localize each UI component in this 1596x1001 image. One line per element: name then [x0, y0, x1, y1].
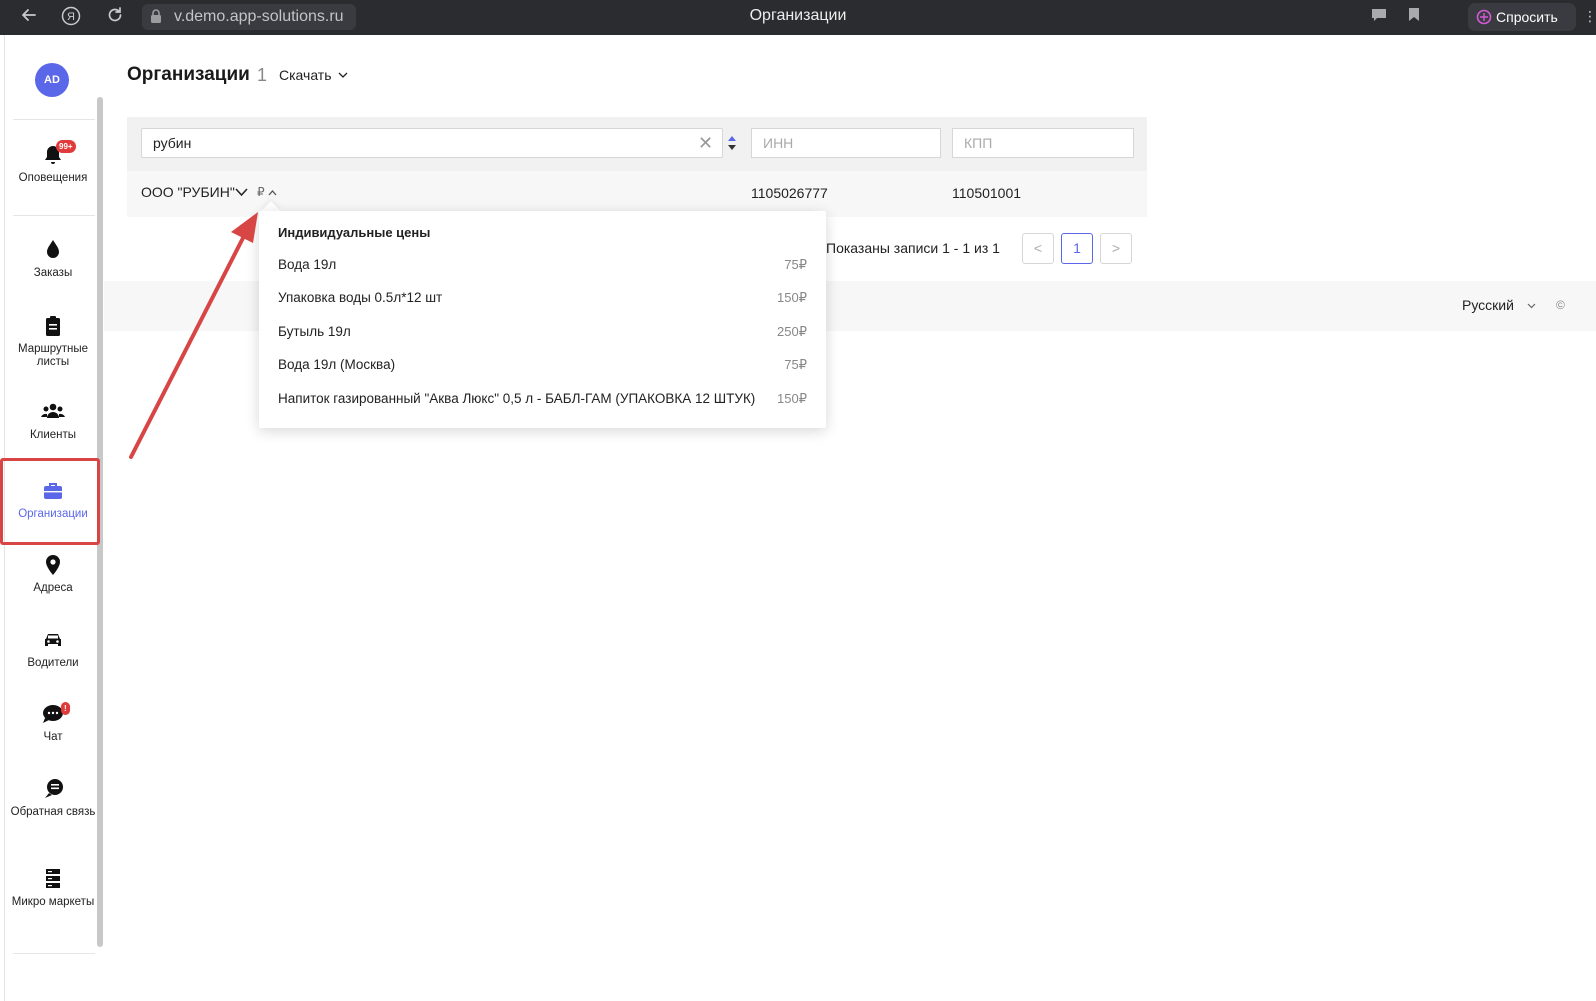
inn-filter-input[interactable]: ИНН — [751, 128, 941, 158]
chevron-up-icon — [268, 190, 277, 196]
bell-icon: 99+ — [41, 140, 76, 167]
page-root: Я v.demo.app-solutions.ru Организации Сп… — [0, 0, 1596, 1001]
name-search-input[interactable]: рубин ✕ — [141, 128, 723, 158]
price-item-value: 75₽ — [784, 257, 807, 272]
sidebar-item-label: Обратная связь — [10, 806, 96, 818]
kpp-filter-input[interactable]: КПП — [952, 128, 1134, 158]
browser-page-title: Организации — [749, 7, 847, 24]
language-selector[interactable]: Русский — [1462, 297, 1514, 313]
sidebar-item-label: Адреса — [33, 582, 73, 594]
list-item: Вода 19л (Москва) 75₽ — [278, 357, 807, 372]
sidebar-item-clients[interactable]: Клиенты — [9, 400, 97, 442]
list-item: Бутыль 19л 250₽ — [278, 324, 807, 339]
car-icon — [41, 628, 65, 652]
list-item: Вода 19л 75₽ — [278, 257, 807, 272]
notifications-badge: 99+ — [56, 140, 76, 153]
search-input-value: рубин — [153, 135, 192, 151]
records-count: 1 — [257, 65, 268, 85]
ask-button-label: Спросить — [1496, 9, 1558, 25]
chat-bubble-icon: ! — [41, 702, 70, 726]
list-item: Напиток газированный "Аква Люкс" 0,5 л -… — [278, 391, 807, 406]
price-item-name: Вода 19л — [278, 257, 337, 272]
chevron-down-icon[interactable] — [235, 187, 248, 197]
sidebar-divider — [13, 215, 95, 216]
avatar[interactable]: AD — [35, 63, 69, 97]
bookmark-icon[interactable] — [1403, 6, 1425, 28]
sidebar-item-route-sheets[interactable]: Маршрутные листы — [9, 314, 97, 369]
sidebar-item-orders[interactable]: Заказы — [9, 238, 97, 280]
server-rack-icon — [41, 867, 65, 891]
price-item-name: Бутыль 19л — [278, 324, 351, 339]
prev-page-button[interactable]: < — [1022, 233, 1054, 264]
page-title: Организации — [127, 64, 250, 85]
inn-placeholder: ИНН — [763, 135, 794, 151]
kpp-placeholder: КПП — [964, 135, 993, 151]
browser-toolbar: Я v.demo.app-solutions.ru Организации Сп… — [0, 0, 1596, 35]
price-item-name: Вода 19л (Москва) — [278, 357, 396, 372]
map-pin-icon — [41, 553, 65, 577]
page-1-button[interactable]: 1 — [1061, 233, 1093, 264]
sidebar-item-label: Микро маркеты — [11, 896, 95, 908]
sidebar-item-feedback[interactable]: Обратная связь — [9, 777, 97, 819]
sidebar-item-label: Клиенты — [29, 429, 77, 441]
price-item-value: 150₽ — [777, 290, 807, 305]
sidebar-item-micro-markets[interactable]: Микро маркеты — [9, 867, 97, 909]
feedback-bubbles-icon — [41, 777, 65, 801]
inn-cell: 1105026777 — [751, 185, 828, 201]
sidebar-item-label: Заказы — [33, 267, 73, 279]
chevron-down-icon[interactable] — [338, 70, 348, 80]
clear-icon[interactable]: ✕ — [698, 133, 713, 153]
water-drop-icon — [41, 238, 65, 262]
sidebar-divider — [13, 953, 95, 954]
sort-arrows-icon[interactable] — [727, 135, 737, 151]
sidebar-item-label: Маршрутные листы — [17, 343, 89, 368]
clipboard-icon — [41, 314, 65, 338]
price-item-name: Напиток газированный "Аква Люкс" 0,5 л -… — [278, 391, 756, 406]
org-name-cell[interactable]: ООО "РУБИН" — [141, 184, 235, 200]
pagination-info: Показаны записи 1 - 1 из 1 — [826, 240, 1000, 256]
annotation-highlight-box — [0, 458, 100, 545]
chevron-down-icon[interactable] — [1527, 301, 1536, 310]
sidebar-item-notifications[interactable]: 99+ Оповещения — [9, 140, 97, 185]
chat-badge: ! — [61, 702, 70, 715]
sidebar-item-chat[interactable]: ! Чат — [9, 702, 97, 744]
sidebar-item-label: Чат — [43, 731, 63, 743]
ai-sparkle-icon — [1476, 9, 1492, 25]
more-menu-icon[interactable]: ⋮ — [1583, 8, 1596, 25]
sidebar-item-addresses[interactable]: Адреса — [9, 553, 97, 595]
price-item-name: Упаковка воды 0.5л*12 шт — [278, 290, 443, 305]
users-icon — [41, 400, 65, 424]
sidebar-divider — [13, 119, 95, 120]
popover-title: Индивидуальные цены — [278, 225, 431, 240]
individual-prices-popover: Индивидуальные цены Вода 19л 75₽ Упаковк… — [259, 211, 826, 428]
price-item-value: 150₽ — [777, 391, 807, 406]
price-item-value: 75₽ — [784, 357, 807, 372]
price-item-value: 250₽ — [777, 324, 807, 339]
list-item: Упаковка воды 0.5л*12 шт 150₽ — [278, 290, 807, 305]
next-page-button[interactable]: > — [1100, 233, 1132, 264]
kpp-cell: 110501001 — [952, 185, 1022, 201]
ruble-icon: ₽ — [257, 185, 265, 199]
comment-icon[interactable] — [1368, 6, 1390, 28]
sidebar-item-label: Оповещения — [18, 172, 88, 184]
sidebar-item-label: Водители — [27, 657, 79, 669]
copyright: © — [1556, 298, 1565, 312]
download-dropdown[interactable]: Скачать — [279, 67, 332, 83]
ask-button[interactable]: Спросить — [1468, 3, 1576, 31]
sidebar-item-drivers[interactable]: Водители — [9, 628, 97, 670]
prices-toggle-button[interactable]: ₽ — [257, 185, 277, 199]
